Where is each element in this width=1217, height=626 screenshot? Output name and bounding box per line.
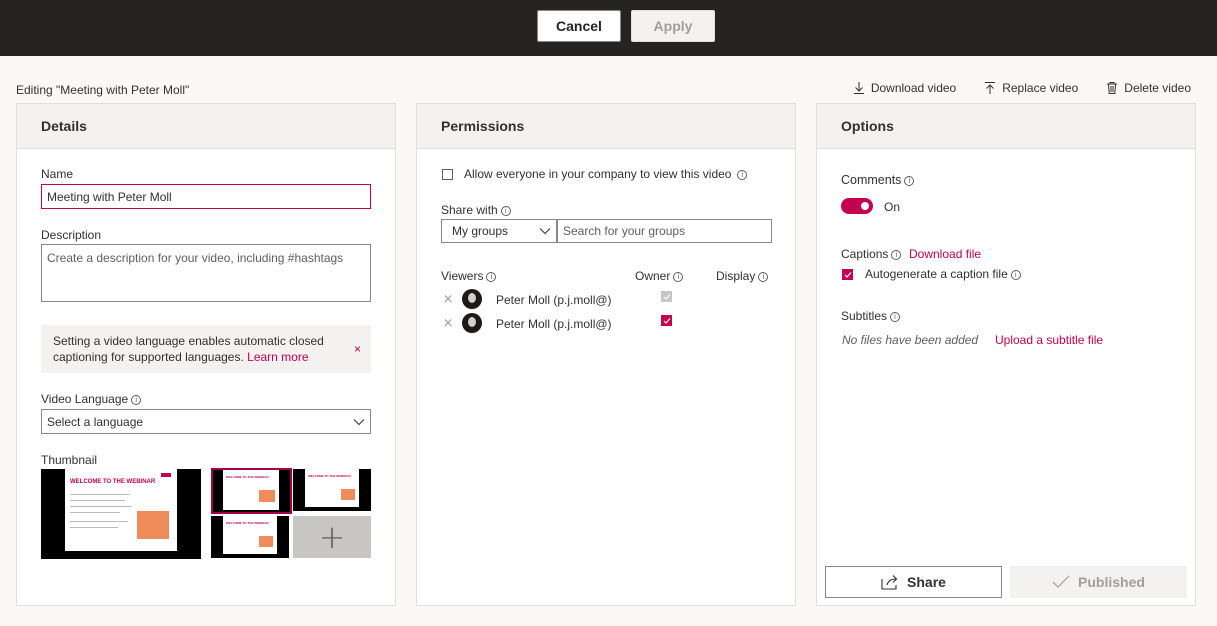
details-panel: Details Name Meeting with Peter Moll Des… [16, 103, 396, 606]
remove-viewer-icon[interactable]: ✕ [443, 292, 453, 306]
plus-icon: + [318, 518, 346, 556]
download-caption-link[interactable]: Download file [909, 247, 981, 261]
thumbnail-label: Thumbnail [41, 453, 98, 467]
thumbnail-option-3[interactable]: WELCOME TO THE WEBINAR [211, 516, 289, 558]
share-scope-value: My groups [452, 224, 509, 238]
viewer-name: Peter Moll (p.j.moll@) [496, 293, 612, 307]
description-label: Description [41, 228, 102, 242]
share-label: Share [907, 574, 946, 590]
language-message-bar: Setting a video language enables automat… [41, 325, 371, 373]
viewers-column-header: Viewers i [441, 269, 497, 283]
video-language-label: Video Language i [41, 392, 142, 406]
name-input[interactable]: Meeting with Peter Moll [41, 184, 371, 209]
info-icon[interactable]: i [486, 271, 497, 282]
permissions-heading: Permissions [417, 104, 795, 149]
autogenerate-caption-label: Autogenerate a caption file i [865, 267, 1021, 281]
add-thumbnail-button[interactable]: + [293, 516, 371, 558]
checkmark-icon [663, 318, 671, 324]
thumbnail-main[interactable]: WELCOME TO THE WEBINAR [41, 469, 201, 559]
owner-checkbox[interactable] [661, 291, 672, 302]
slide-title: WELCOME TO THE WEBINAR [70, 479, 156, 485]
display-column-header: Display i [716, 269, 769, 283]
no-subtitles-text: No files have been added [842, 333, 979, 347]
info-icon[interactable]: i [673, 271, 684, 282]
download-video-button[interactable]: Download video [853, 81, 956, 95]
info-icon[interactable]: i [758, 271, 769, 282]
group-search-placeholder: Search for your groups [563, 224, 686, 238]
thumbnail-option-2[interactable]: WELCOME TO THE WEBINAR [293, 469, 371, 511]
published-label: Published [1078, 574, 1145, 590]
delete-video-button[interactable]: Delete video [1106, 81, 1191, 95]
video-language-value: Select a language [47, 414, 144, 429]
viewer-name: Peter Moll (p.j.moll@) [496, 317, 612, 331]
avatar [462, 289, 482, 309]
video-language-text: Video Language [41, 392, 129, 406]
subtitles-text: Subtitles [841, 309, 888, 323]
autogenerate-caption-text: Autogenerate a caption file [865, 267, 1008, 281]
share-scope-dropdown[interactable]: My groups [441, 219, 557, 243]
chevron-down-icon [353, 418, 365, 425]
upload-icon [985, 82, 996, 94]
comments-state: On [884, 200, 901, 214]
remove-viewer-icon[interactable]: ✕ [443, 316, 453, 330]
description-placeholder: Create a description for your video, inc… [47, 251, 344, 265]
info-icon[interactable]: i [1010, 269, 1021, 280]
trash-icon [1107, 82, 1118, 94]
display-header-text: Display [716, 269, 756, 283]
thumbnail-option-1[interactable]: WELCOME TO THE WEBINAR [211, 468, 292, 514]
editing-title: Editing "Meeting with Peter Moll" [16, 83, 190, 97]
share-with-label: Share with i [441, 203, 511, 217]
viewers-header-text: Viewers [441, 269, 484, 283]
owner-checkbox[interactable] [661, 315, 672, 326]
allow-everyone-text: Allow everyone in your company to view t… [464, 167, 732, 181]
published-button[interactable]: Published [1010, 566, 1187, 598]
allow-everyone-label: Allow everyone in your company to view t… [464, 167, 748, 181]
share-button[interactable]: Share [825, 566, 1002, 598]
download-icon [853, 82, 864, 94]
comments-label: Comments i [841, 173, 915, 187]
info-icon[interactable]: i [737, 169, 748, 180]
permissions-panel: Permissions Allow everyone in your compa… [416, 103, 796, 606]
share-icon [881, 575, 898, 590]
options-panel: Options Comments i On Captions i Download … [816, 103, 1196, 606]
cancel-button[interactable]: Cancel [537, 10, 621, 42]
autogenerate-caption-checkbox[interactable] [842, 269, 853, 280]
description-input[interactable]: Create a description for your video, inc… [41, 244, 371, 302]
details-heading: Details [17, 104, 395, 149]
comments-toggle[interactable] [841, 198, 873, 214]
download-video-label: Download video [870, 81, 957, 95]
info-icon[interactable]: i [500, 205, 511, 216]
owner-column-header: Owner i [635, 269, 684, 283]
video-language-select[interactable]: Select a language [41, 409, 371, 434]
avatar [462, 313, 482, 333]
info-icon[interactable]: i [904, 175, 915, 186]
replace-video-button[interactable]: Replace video [984, 81, 1078, 95]
allow-everyone-checkbox[interactable] [442, 169, 453, 180]
close-icon[interactable]: × [354, 341, 361, 357]
info-icon[interactable]: i [890, 311, 901, 322]
info-icon[interactable]: i [131, 394, 142, 405]
apply-button[interactable]: Apply [631, 10, 715, 42]
captions-text: Captions [841, 247, 889, 261]
delete-video-label: Delete video [1124, 81, 1191, 95]
checkmark-icon [663, 294, 671, 300]
group-search-input[interactable]: Search for your groups [557, 219, 772, 243]
chevron-down-icon [539, 228, 551, 235]
captions-label: Captions i [841, 247, 902, 261]
name-label: Name [41, 167, 74, 181]
top-bar: Cancel Apply [0, 0, 1217, 56]
info-icon[interactable]: i [891, 249, 902, 260]
thumbnail-slide: WELCOME TO THE WEBINAR [65, 469, 177, 551]
video-actions: Download video Replace video Delete vide… [853, 81, 1191, 95]
upload-subtitle-link[interactable]: Upload a subtitle file [995, 333, 1103, 347]
owner-header-text: Owner [635, 269, 671, 283]
share-with-text: Share with [441, 203, 498, 217]
checkmark-icon [844, 272, 852, 278]
options-heading: Options [817, 104, 1195, 149]
replace-video-label: Replace video [1002, 81, 1079, 95]
checkmark-icon [1052, 575, 1070, 588]
learn-more-link[interactable]: Learn more [247, 350, 308, 364]
subtitles-label: Subtitles i [841, 309, 901, 323]
comments-text: Comments [841, 173, 902, 187]
